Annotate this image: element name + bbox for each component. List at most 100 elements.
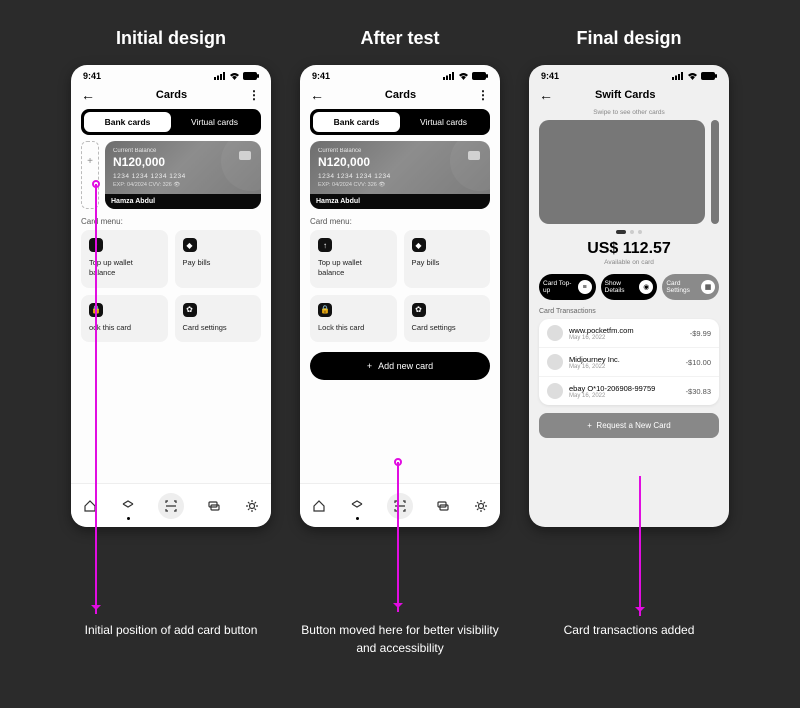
- swipe-hint: Swipe to see other cards: [539, 109, 719, 116]
- tile-label: Card settings: [412, 323, 483, 333]
- action-details[interactable]: Show Details ◉: [601, 274, 658, 300]
- nav-settings-icon[interactable]: [473, 498, 489, 514]
- balance-value: N120,000: [318, 155, 482, 169]
- tab-bank-cards[interactable]: Bank cards: [313, 112, 400, 132]
- nav-wallet-icon[interactable]: [120, 498, 136, 514]
- tile-paybills[interactable]: ◆ Pay bills: [404, 230, 491, 288]
- credit-card[interactable]: Current Balance N120,000 1234 1234 1234 …: [310, 141, 490, 209]
- button-label: Request a New Card: [596, 421, 670, 430]
- carousel-dots: [539, 230, 719, 234]
- transaction-date: May 16, 2022: [569, 364, 680, 370]
- nav-settings-icon[interactable]: [244, 498, 260, 514]
- card-preview[interactable]: [539, 120, 705, 224]
- status-icons: [214, 72, 259, 80]
- column-initial: Initial design 9:41 ← Cards ⋮ Bank cards…: [71, 20, 271, 657]
- tile-label: Top up wallet balance: [89, 258, 160, 278]
- dot-active: [616, 230, 626, 234]
- action-settings[interactable]: Card Settings ▦: [662, 274, 719, 300]
- nav-cards-icon[interactable]: [435, 498, 451, 514]
- back-button[interactable]: ←: [539, 87, 553, 103]
- nav-cards-icon[interactable]: [206, 498, 222, 514]
- annotation-caption: Button moved here for better visibility …: [295, 621, 505, 657]
- tile-topup[interactable]: ↑ Top up wallet balance: [310, 230, 397, 288]
- paybills-icon: ◆: [183, 238, 197, 252]
- status-bar: 9:41: [71, 65, 271, 83]
- tile-paybills[interactable]: ◆ Pay bills: [175, 230, 262, 288]
- transaction-amount: -$9.99: [690, 329, 711, 338]
- tile-lock[interactable]: 🔒 ock this card: [81, 295, 168, 343]
- phone-after: 9:41 ← Cards ⋮ Bank cards Virtual cards: [300, 65, 500, 527]
- tab-virtual-cards[interactable]: Virtual cards: [171, 112, 258, 132]
- nav-home-icon[interactable]: [82, 498, 98, 514]
- tile-label: Card settings: [183, 323, 254, 333]
- card-meta: EXP: 04/2024 CVV: 326 👁: [113, 182, 253, 188]
- transaction-row[interactable]: ebay O*10-206908-99759 May 16, 2022 -$30…: [539, 377, 719, 405]
- kebab-menu[interactable]: ⋮: [248, 88, 261, 102]
- eye-icon: ◉: [639, 280, 653, 294]
- nav-wallet-icon[interactable]: [349, 498, 365, 514]
- back-button[interactable]: ←: [310, 87, 324, 103]
- bottom-nav: [71, 483, 271, 527]
- card-menu-label: Card menu:: [310, 217, 490, 226]
- tile-label: Pay bills: [412, 258, 483, 268]
- transaction-date: May 16, 2022: [569, 393, 680, 399]
- add-card-ghost-slot[interactable]: +: [81, 141, 99, 209]
- app-header: ← Cards ⋮: [71, 83, 271, 109]
- signal-icon: [214, 72, 226, 80]
- transaction-row[interactable]: www.pocketfm.com May 16, 2022 -$9.99: [539, 319, 719, 348]
- add-new-card-button[interactable]: + Add new card: [310, 352, 490, 380]
- signal-icon: [443, 72, 455, 80]
- request-new-card-button[interactable]: + Request a New Card: [539, 413, 719, 438]
- column-title: Final design: [576, 28, 681, 49]
- transactions-list: www.pocketfm.com May 16, 2022 -$9.99 Mid…: [539, 319, 719, 405]
- nav-scan-icon[interactable]: [158, 493, 184, 519]
- tile-topup[interactable]: ↑ Top up wallet balance: [81, 230, 168, 288]
- card-type-tabs: Bank cards Virtual cards: [310, 109, 490, 135]
- credit-card[interactable]: Current Balance N120,000 1234 1234 1234 …: [105, 141, 261, 209]
- transaction-date: May 16, 2022: [569, 335, 684, 341]
- transaction-row[interactable]: Midjourney Inc. May 16, 2022 -$10.00: [539, 348, 719, 377]
- merchant-name: ebay O*10-206908-99759: [569, 384, 680, 393]
- card-number: 1234 1234 1234 1234: [318, 173, 482, 180]
- card-menu-grid: ↑ Top up wallet balance ◆ Pay bills 🔒 oc…: [81, 230, 261, 342]
- content-area: Swipe to see other cards US$ 112.57 Avai…: [529, 109, 729, 527]
- merchant-avatar: [547, 383, 563, 399]
- tile-label: Pay bills: [183, 258, 254, 268]
- tab-virtual-cards[interactable]: Virtual cards: [400, 112, 487, 132]
- tile-settings[interactable]: ✿ Card settings: [404, 295, 491, 343]
- card-number: 1234 1234 1234 1234: [113, 173, 253, 180]
- balance-value: N120,000: [113, 155, 253, 169]
- dot: [630, 230, 634, 234]
- merchant-name: www.pocketfm.com: [569, 326, 684, 335]
- card-meta: EXP: 04/2024 CVV: 326 👁: [318, 182, 482, 188]
- plus-icon: +: [87, 156, 93, 167]
- kebab-menu[interactable]: ⋮: [477, 88, 490, 102]
- battery-icon: [472, 72, 488, 80]
- tile-settings[interactable]: ✿ Card settings: [175, 295, 262, 343]
- status-icons: [443, 72, 488, 80]
- card-chip-icon: [239, 151, 251, 160]
- status-time: 9:41: [83, 71, 101, 81]
- lock-icon: 🔒: [89, 303, 103, 317]
- next-card-peek[interactable]: [711, 120, 719, 224]
- status-bar: 9:41: [300, 65, 500, 83]
- plus-icon: +: [367, 361, 372, 371]
- balance-label: Current Balance: [318, 148, 482, 154]
- merchant-avatar: [547, 354, 563, 370]
- gear-icon: ✿: [183, 303, 197, 317]
- back-button[interactable]: ←: [81, 87, 95, 103]
- page-title: Swift Cards: [595, 89, 656, 101]
- nav-home-icon[interactable]: [311, 498, 327, 514]
- action-label: Card Settings: [666, 280, 697, 294]
- card-chip-icon: [468, 151, 480, 160]
- nav-scan-icon[interactable]: [387, 493, 413, 519]
- card-carousel[interactable]: [539, 120, 719, 224]
- signal-icon: [672, 72, 684, 80]
- action-topup[interactable]: Card Top-up ≡: [539, 274, 596, 300]
- tile-label: Top up wallet balance: [318, 258, 389, 278]
- topup-icon: ↑: [89, 238, 103, 252]
- phone-initial: 9:41 ← Cards ⋮ Bank cards Virtual cards: [71, 65, 271, 527]
- lock-icon: 🔒: [318, 303, 332, 317]
- tab-bank-cards[interactable]: Bank cards: [84, 112, 171, 132]
- tile-lock[interactable]: 🔒 Lock this card: [310, 295, 397, 343]
